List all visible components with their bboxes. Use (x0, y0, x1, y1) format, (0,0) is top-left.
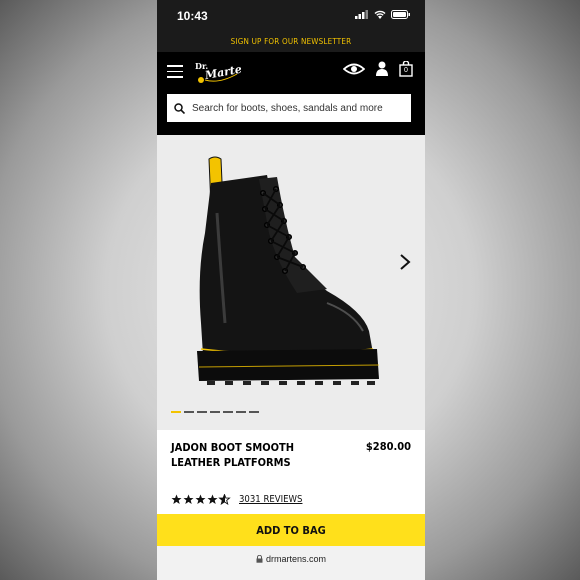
add-to-bag-button[interactable]: ADD TO BAG (157, 514, 425, 546)
carousel-dot[interactable] (197, 411, 207, 413)
battery-icon (391, 10, 410, 19)
star-rating-icon (171, 494, 230, 505)
product-image-carousel[interactable] (157, 135, 425, 430)
brand-logo[interactable]: Dr. Martens (193, 58, 257, 91)
carousel-dot[interactable] (210, 411, 220, 413)
search-icon[interactable] (174, 102, 185, 114)
site-header: Dr. Martens 0 (157, 52, 425, 92)
newsletter-banner[interactable]: SIGN UP FOR OUR NEWSLETTER (157, 32, 425, 52)
eye-icon[interactable] (343, 62, 365, 76)
search-field[interactable] (167, 94, 411, 122)
cart-count: 0 (404, 67, 408, 74)
search-bar (157, 92, 425, 135)
account-icon[interactable] (375, 61, 389, 77)
wifi-icon (374, 10, 386, 19)
menu-icon[interactable] (167, 65, 183, 78)
browser-url-bar[interactable]: drmartens.com (157, 546, 425, 580)
url-text: drmartens.com (265, 554, 327, 564)
header-actions: 0 (343, 60, 413, 77)
signal-icon (355, 10, 368, 19)
carousel-indicators (171, 411, 259, 413)
product-rating: 3031 REVIEWS (171, 494, 302, 505)
product-price: $280.00 (365, 440, 411, 453)
status-bar: 10:43 (157, 0, 425, 32)
carousel-dot[interactable] (184, 411, 194, 413)
product-name: JADON BOOT SMOOTH LEATHER PLATFORMS (171, 441, 295, 469)
carousel-dot[interactable] (223, 411, 233, 413)
status-time: 10:43 (177, 9, 208, 23)
status-icons (355, 10, 411, 19)
chevron-right-icon[interactable] (399, 253, 411, 271)
bag-icon[interactable]: 0 (399, 60, 413, 77)
phone-screen: 10:43 SIGN UP FOR OUR NEWSLETTER Dr. Mar… (157, 0, 425, 580)
carousel-dot[interactable] (236, 411, 246, 413)
carousel-dot[interactable] (171, 411, 181, 413)
lock-icon (256, 554, 263, 563)
reviews-link[interactable]: 3031 REVIEWS (239, 494, 302, 505)
product-image-boot (197, 156, 380, 385)
svg-text:Martens: Martens (203, 60, 241, 82)
carousel-dot[interactable] (249, 411, 259, 413)
search-input[interactable] (192, 102, 402, 114)
